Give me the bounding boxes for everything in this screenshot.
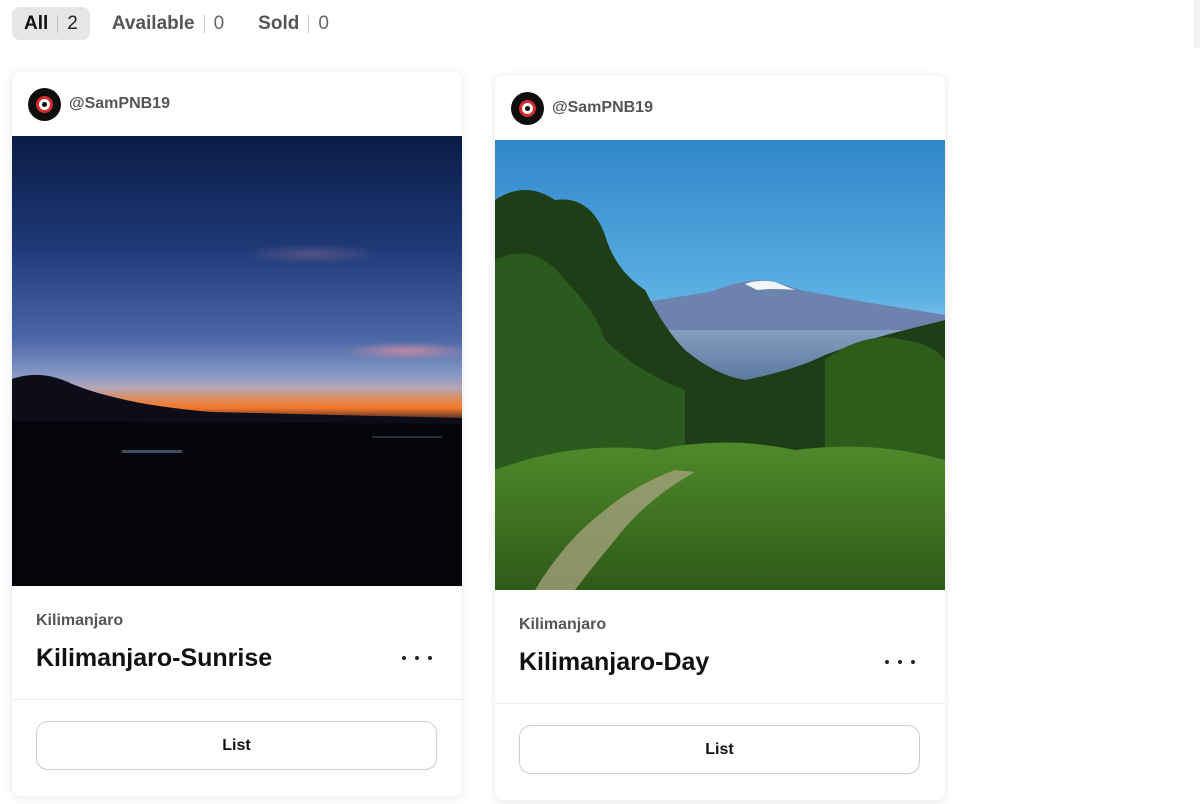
creator-handle[interactable]: @SamPNB19 [552, 99, 653, 117]
day-image[interactable] [495, 140, 945, 590]
avatar[interactable] [28, 87, 61, 121]
sunrise-image[interactable] [12, 136, 462, 586]
tab-all-count: 2 [57, 14, 78, 33]
card-footer: List [12, 700, 462, 770]
card-header: @SamPNB19 [495, 76, 945, 140]
tab-available-label: Available [111, 12, 195, 34]
list-button[interactable]: List [519, 725, 920, 774]
card-body: Kilimanjaro Kilimanjaro-Day [495, 590, 945, 704]
tab-sold-label: Sold [258, 12, 300, 34]
nft-title[interactable]: Kilimanjaro-Day [519, 648, 921, 677]
card-header: @SamPNB19 [12, 72, 462, 136]
more-options-icon[interactable] [885, 650, 915, 674]
list-button[interactable]: List [36, 721, 437, 770]
dot [415, 656, 419, 660]
tab-available-count: 0 [203, 14, 224, 33]
tab-sold-count: 0 [308, 14, 329, 33]
card-footer: List [495, 704, 945, 774]
tab-all[interactable]: All 2 [12, 7, 90, 40]
nft-card[interactable]: @SamPNB19 [495, 76, 945, 800]
dot [885, 660, 889, 664]
dot [428, 656, 432, 660]
dot [911, 660, 915, 664]
card-body: Kilimanjaro Kilimanjaro-Sunrise [12, 586, 462, 700]
more-options-icon[interactable] [402, 646, 432, 670]
tab-sold[interactable]: Sold 0 [246, 7, 341, 40]
scrollbar-edge [1194, 0, 1200, 48]
avatar-logo-icon [36, 95, 53, 113]
creator-handle[interactable]: @SamPNB19 [69, 95, 170, 113]
tab-available[interactable]: Available 0 [100, 7, 236, 40]
page: All 2 Available 0 Sold 0 @SamPNB19 Kilim… [0, 0, 1200, 804]
collection-name[interactable]: Kilimanjaro [36, 612, 438, 630]
nft-card[interactable]: @SamPNB19 [12, 72, 462, 796]
avatar-logo-icon [519, 99, 536, 117]
dot [402, 656, 406, 660]
collection-name[interactable]: Kilimanjaro [519, 616, 921, 634]
filter-tabs: All 2 Available 0 Sold 0 [12, 7, 351, 40]
dot [898, 660, 902, 664]
nft-title[interactable]: Kilimanjaro-Sunrise [36, 644, 438, 673]
avatar[interactable] [511, 91, 544, 125]
tab-all-label: All [24, 12, 49, 34]
